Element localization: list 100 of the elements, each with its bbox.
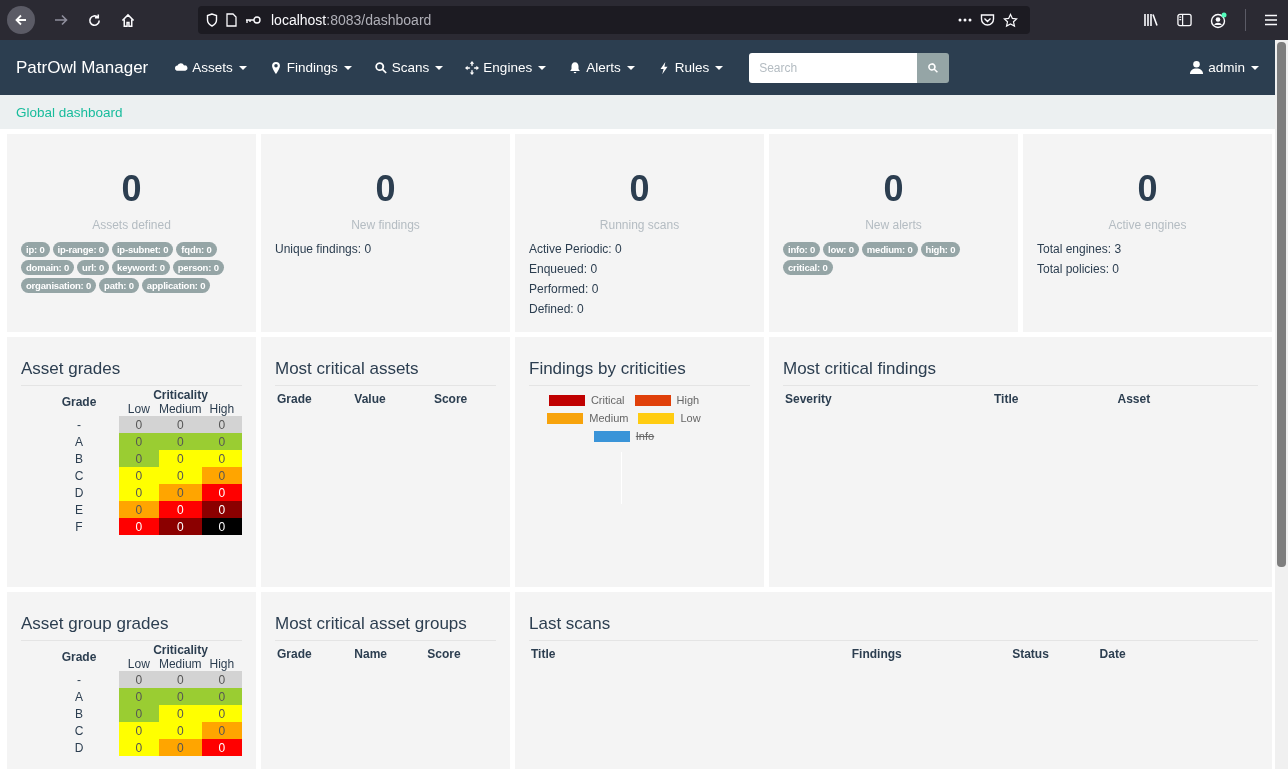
- column-header: High: [201, 657, 242, 671]
- pocket-icon[interactable]: [980, 13, 995, 27]
- legend-item[interactable]: Critical: [548, 394, 625, 406]
- stat-line: Unique findings: 0: [275, 242, 373, 256]
- grade-label: B: [39, 450, 119, 467]
- stat-label: Active engines: [1107, 218, 1188, 232]
- stat-label: New alerts: [864, 218, 923, 232]
- column-header: Severity: [784, 391, 833, 408]
- grade-label: B: [39, 705, 119, 722]
- grade-label: C: [39, 467, 119, 484]
- star-icon[interactable]: [1003, 12, 1018, 28]
- back-icon[interactable]: [7, 6, 35, 34]
- more-icon[interactable]: [958, 18, 972, 22]
- count-badge: keyword: 0: [112, 260, 170, 275]
- crosshair-icon: [465, 60, 480, 75]
- grade-cell: 0: [118, 688, 159, 705]
- grade-cell: 0: [158, 722, 202, 739]
- column-header: Title: [993, 391, 1020, 408]
- sidebar-icon[interactable]: [1177, 13, 1192, 27]
- grade-cell: 0: [118, 501, 159, 518]
- card-title: Asset group grades: [21, 614, 242, 641]
- stat-value: 0: [882, 168, 905, 210]
- count-badge: url: 0: [77, 260, 110, 275]
- count-badge: ip-range: 0: [52, 242, 109, 257]
- search-button[interactable]: [917, 52, 950, 83]
- grade-cell: 0: [201, 450, 242, 467]
- grade-label: A: [39, 433, 119, 450]
- stat-line: Total policies: 0: [1037, 262, 1121, 276]
- scrollbar[interactable]: [1275, 40, 1288, 769]
- shield-icon: [206, 13, 218, 27]
- grade-cell: 0: [201, 705, 242, 722]
- column-header: Asset: [1116, 391, 1152, 408]
- column-header: Status: [1011, 646, 1050, 663]
- grade-label: D: [39, 484, 119, 501]
- nav-menu[interactable]: Scans: [373, 60, 444, 75]
- grade-label: C: [39, 722, 119, 739]
- count-badge: application: 0: [141, 278, 211, 293]
- grade-cell: 0: [158, 416, 202, 433]
- user-menu[interactable]: admin: [1189, 60, 1259, 75]
- grade-cell: 0: [118, 484, 159, 501]
- key-icon: [245, 15, 261, 25]
- column-header: Medium: [158, 657, 202, 671]
- nav-menu[interactable]: Assets: [174, 60, 247, 75]
- home-icon[interactable]: [120, 12, 136, 28]
- nav-menu[interactable]: Engines: [465, 60, 547, 75]
- column-header: Findings: [850, 646, 903, 663]
- library-icon[interactable]: [1143, 13, 1159, 27]
- search-icon: [373, 60, 388, 75]
- column-header: Medium: [158, 402, 202, 416]
- stat-line: Active Periodic: 0: [529, 242, 623, 256]
- grade-cell: 0: [201, 688, 242, 705]
- column-header: Name: [353, 646, 389, 663]
- grade-cell: 0: [201, 433, 242, 450]
- column-header: Score: [432, 391, 469, 408]
- forward-icon[interactable]: [53, 13, 69, 27]
- count-badge: fqdn: 0: [176, 242, 217, 257]
- reload-icon[interactable]: [87, 12, 102, 28]
- stat-label: Assets defined: [91, 218, 172, 232]
- grade-cell: 0: [118, 467, 159, 484]
- column-header: Low: [118, 402, 159, 416]
- column-header: Criticality: [152, 388, 209, 402]
- grade-cell: 0: [158, 705, 202, 722]
- nav-menu[interactable]: Alerts: [568, 60, 635, 75]
- grade-cell: 0: [118, 722, 159, 739]
- grade-label: -: [39, 671, 119, 688]
- stat-value: 0: [628, 168, 651, 210]
- grade-cell: 0: [201, 722, 242, 739]
- grade-cell: 0: [201, 467, 242, 484]
- grade-cell: 0: [158, 739, 202, 756]
- url-text: localhost:8083/dashboard: [271, 12, 432, 28]
- column-header: Grade: [276, 646, 313, 663]
- column-header: Value: [353, 391, 387, 408]
- grade-label: E: [39, 501, 119, 518]
- nav-menu[interactable]: Rules: [656, 60, 724, 75]
- grade-cell: 0: [201, 739, 242, 756]
- grade-cell: 0: [118, 671, 159, 688]
- grade-cell: 0: [118, 705, 159, 722]
- column-header: Grade: [39, 643, 119, 671]
- column-header: Date: [1098, 646, 1127, 663]
- address-bar[interactable]: localhost:8083/dashboard: [198, 6, 1030, 34]
- card-title: Most critical assets: [275, 359, 496, 386]
- count-badge: path: 0: [99, 278, 139, 293]
- nav-menu[interactable]: Findings: [268, 60, 352, 75]
- count-badge: domain: 0: [21, 260, 75, 275]
- column-header: Score: [426, 646, 462, 663]
- card-title: Most critical asset groups: [275, 614, 496, 641]
- grade-cell: 0: [201, 671, 242, 688]
- menu-icon[interactable]: [1264, 14, 1278, 26]
- grade-cell: 0: [201, 501, 242, 518]
- count-badge: info: 0: [783, 242, 821, 257]
- stat-line: Enqueued: 0: [529, 262, 599, 276]
- column-header: Grade: [276, 391, 313, 408]
- grade-cell: 0: [158, 671, 202, 688]
- count-badge: critical: 0: [783, 260, 833, 275]
- count-badge: medium: 0: [861, 242, 918, 257]
- legend-item[interactable]: Medium: [547, 412, 629, 424]
- grade-cell: 0: [118, 518, 159, 535]
- account-icon[interactable]: [1210, 11, 1227, 29]
- search-field[interactable]: Search: [749, 52, 918, 83]
- brand-link[interactable]: PatrOwl Manager: [16, 57, 149, 78]
